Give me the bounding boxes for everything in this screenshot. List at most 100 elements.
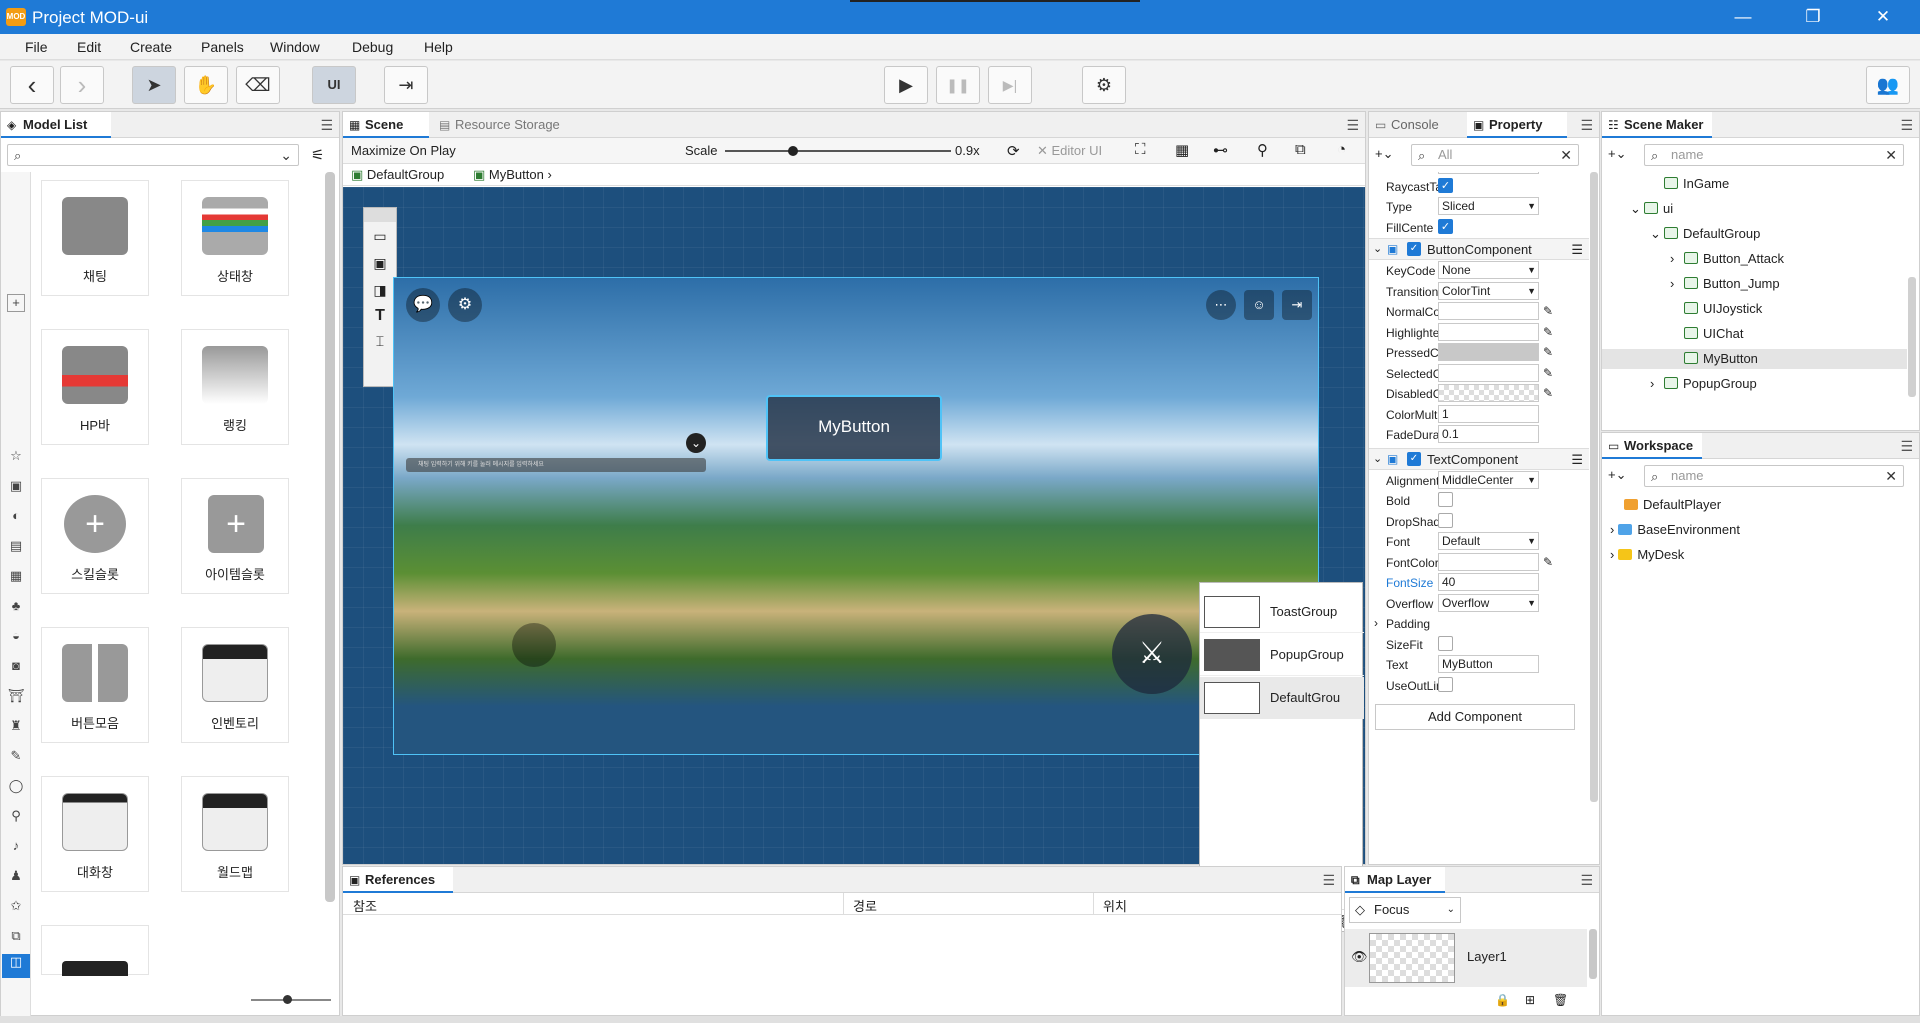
add-component-icon[interactable]: +⌄ (1375, 146, 1393, 162)
gizmo-icon[interactable]: ⛶ (1135, 141, 1146, 158)
model-item[interactable]: 랭킹 (181, 329, 289, 445)
slider-handle[interactable] (283, 995, 292, 1004)
tab-scene[interactable]: ▦ Scene (343, 112, 429, 138)
property-input[interactable]: 0.1 (1438, 425, 1539, 443)
color-field[interactable] (1438, 322, 1539, 341)
model-item[interactable]: 상태창 (181, 180, 289, 296)
star-icon[interactable]: ☆ (7, 448, 25, 466)
model-item[interactable]: 버튼모음 (41, 627, 149, 743)
property-input[interactable]: MyButton (1438, 655, 1539, 673)
scene-tree-scrollbar[interactable] (1908, 277, 1916, 397)
color-picker-icon[interactable]: ✎ (1543, 304, 1553, 318)
tab-resource-storage[interactable]: ▤ Resource Storage (433, 112, 573, 138)
column-header[interactable]: 위치 (1103, 896, 1127, 915)
group-item-default[interactable]: DefaultGrou (1200, 677, 1364, 719)
model-search-input[interactable]: ⌕ ⌄ (7, 144, 299, 166)
property-search-input[interactable]: ⌕ All ✕ (1411, 144, 1579, 166)
scene-maker-search-input[interactable]: ⌕ name ✕ (1644, 144, 1904, 166)
trash-icon[interactable]: 🗑 (1553, 993, 1568, 1007)
exit-button[interactable]: ⇥ (384, 66, 428, 104)
color-picker-icon[interactable]: ✎ (1543, 555, 1553, 569)
tree-node[interactable]: MyButton (1602, 349, 1907, 369)
model-item[interactable]: 대화창 (41, 776, 149, 892)
breadcrumb-item[interactable]: ▣ MyButton › (473, 167, 552, 183)
tree-node[interactable]: › PopupGroup (1602, 374, 1907, 394)
clear-icon[interactable]: ✕ (1885, 145, 1897, 165)
more-icon[interactable]: ⋯ (1206, 290, 1236, 320)
model-item[interactable]: 채팅 (41, 180, 149, 296)
menu-create[interactable]: Create (130, 39, 172, 55)
menu-help[interactable]: Help (424, 39, 453, 55)
add-layer-icon[interactable]: ⊞ (1525, 993, 1535, 1007)
property-dropdown[interactable]: Default ▼ (1438, 532, 1539, 550)
lock-icon[interactable]: 🔒 (1495, 993, 1510, 1007)
menu-debug[interactable]: Debug (352, 39, 393, 55)
tab-property[interactable]: ▣ Property (1467, 112, 1567, 138)
joystick[interactable] (512, 623, 556, 667)
robot-icon[interactable]: ◙ (7, 658, 25, 676)
picture-icon[interactable]: ▤ (7, 538, 25, 556)
column-header[interactable]: 경로 (853, 896, 877, 915)
model-item[interactable]: HP바 (41, 329, 149, 445)
menu-icon[interactable]: ☰ (320, 117, 333, 134)
debug-button[interactable]: ⚙ (1082, 66, 1126, 104)
property-dropdown[interactable]: Overflow ▼ (1438, 593, 1539, 612)
property-checkbox[interactable]: ✓ (1438, 218, 1453, 234)
property-checkbox[interactable]: ✓ (1438, 177, 1453, 193)
favorite-icon[interactable]: ✩ (7, 898, 25, 916)
property-dropdown[interactable]: Sliced ▼ (1438, 197, 1539, 215)
filter-icon[interactable]: ⚟ (311, 146, 324, 164)
tree-icon[interactable]: ♣ (7, 598, 25, 616)
column-header[interactable]: 참조 (353, 896, 377, 915)
grid-icon[interactable]: ▦ (1175, 141, 1189, 159)
model-list-scrollbar[interactable] (325, 172, 335, 902)
tree-node[interactable]: UIChat (1602, 324, 1907, 344)
text-widget-icon[interactable]: T (364, 307, 396, 325)
gate-icon[interactable]: ⛩ (7, 688, 25, 706)
add-icon[interactable]: + (7, 294, 25, 312)
menu-icon[interactable]: ☰ (1580, 872, 1593, 889)
circle-icon[interactable]: ◯ (7, 778, 25, 796)
property-dropdown[interactable]: MiddleCenter ▼ (1438, 470, 1539, 489)
chevron-right-icon[interactable]: › (1610, 547, 1614, 562)
menu-icon[interactable]: ☰ (1900, 438, 1913, 455)
refresh-icon[interactable]: ⟳ (1007, 142, 1020, 160)
snap-icon[interactable]: ⊷ (1213, 141, 1228, 159)
tree-node[interactable]: ⌄ DefaultGroup (1602, 224, 1907, 244)
ui-mode-button[interactable]: UI (312, 66, 356, 104)
color-picker-icon[interactable]: ✎ (1543, 345, 1553, 359)
scene-viewport[interactable]: ▭ ▣ ◨ T ⌶ 💬 ⚙ 채팅 입력하기 위해 키를 눌러 메시지를 입력하세… (343, 187, 1365, 932)
palette-icon[interactable]: ◐ (7, 508, 25, 526)
chat-input[interactable]: 채팅 입력하기 위해 키를 눌러 메시지를 입력하세요 (406, 458, 706, 472)
tree-node[interactable]: UIJoystick (1602, 299, 1907, 319)
property-checkbox[interactable] (1438, 635, 1453, 651)
model-item[interactable]: + 아이템슬롯 (181, 478, 289, 594)
expand-arrow-icon[interactable]: ⌄ (1630, 199, 1644, 219)
menu-icon[interactable]: ☰ (1900, 117, 1913, 134)
color-field[interactable] (1438, 363, 1539, 382)
workspace-item[interactable]: › MyDesk (1610, 545, 1684, 565)
back-button[interactable]: ‹ (10, 66, 54, 104)
expand-arrow-icon[interactable]: › (1670, 249, 1684, 269)
attack-button-icon[interactable]: ⚔ (1112, 614, 1192, 694)
collaborators-button[interactable]: 👥 (1866, 66, 1910, 104)
property-dropdown[interactable]: None ▼ (1438, 261, 1539, 279)
workspace-item[interactable]: DefaultPlayer (1624, 495, 1721, 515)
close-button[interactable]: ✕ (1860, 4, 1906, 30)
group-item-toast[interactable]: ToastGroup (1200, 591, 1364, 633)
color-picker-icon[interactable]: ✎ (1543, 366, 1553, 380)
layer-row[interactable]: 👁 Layer1 (1345, 929, 1587, 987)
menu-icon[interactable]: ☰ (1571, 242, 1583, 258)
chat-icon[interactable]: 💬 (406, 288, 440, 322)
maximize-on-play-toggle[interactable]: Maximize On Play (351, 143, 456, 158)
clear-icon[interactable]: ✕ (1885, 466, 1897, 486)
scale-slider-handle[interactable] (787, 146, 798, 156)
property-checkbox[interactable] (1438, 492, 1453, 507)
focus-dropdown[interactable]: ◇ Focus ⌄ (1349, 897, 1461, 923)
expand-arrow-icon[interactable]: ⌄ (1650, 224, 1664, 244)
tab-map-layer[interactable]: ⧉ Map Layer (1345, 867, 1445, 893)
select-tool-button[interactable]: ➤ (132, 66, 176, 104)
tree-node[interactable]: ⌄ ui (1602, 199, 1907, 219)
property-input[interactable]: 40 (1438, 573, 1539, 591)
layers-icon[interactable]: ⧉ (1295, 141, 1306, 158)
